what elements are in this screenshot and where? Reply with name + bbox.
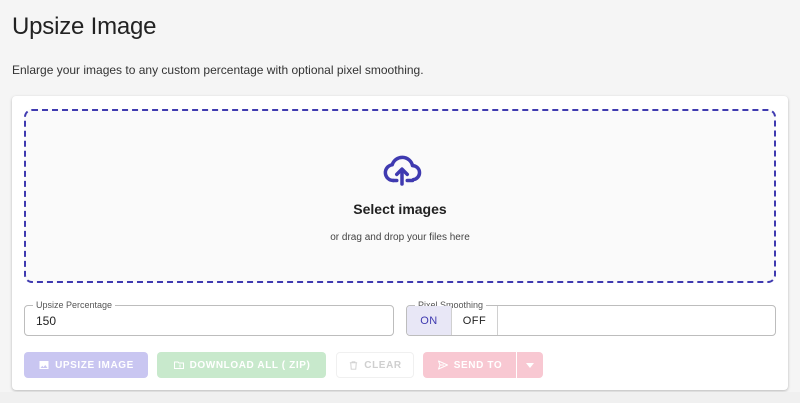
file-dropzone[interactable]: Select images or drag and drop your file… [24, 109, 776, 283]
smoothing-off-button[interactable]: OFF [452, 306, 497, 335]
page-title: Upsize Image [12, 13, 157, 40]
trash-icon [348, 360, 359, 371]
folder-zip-icon [173, 359, 185, 371]
page-subtitle: Enlarge your images to any custom percen… [12, 63, 424, 77]
page-bottom-strip [0, 392, 800, 403]
pixel-smoothing-toggle: ON OFF [407, 306, 498, 335]
smoothing-on-button[interactable]: ON [407, 306, 452, 335]
dropzone-title: Select images [353, 201, 447, 217]
clear-button[interactable]: CLEAR [336, 352, 414, 378]
download-all-label: DOWNLOAD ALL ( ZIP) [189, 359, 311, 371]
upsize-percentage-field[interactable]: Upsize Percentage [24, 299, 394, 336]
upsize-percentage-input[interactable] [36, 314, 376, 328]
cloud-upload-icon [383, 155, 422, 186]
dropzone-subtitle: or drag and drop your files here [330, 232, 470, 243]
send-icon [437, 359, 449, 371]
pixel-smoothing-field: Pixel Smoothing ON OFF [406, 299, 776, 336]
caret-down-icon [526, 362, 534, 368]
download-all-button[interactable]: DOWNLOAD ALL ( ZIP) [157, 352, 326, 378]
send-to-dropdown-button[interactable] [517, 352, 543, 378]
upsize-card: Select images or drag and drop your file… [12, 96, 788, 390]
image-icon [38, 359, 50, 371]
upsize-percentage-label: Upsize Percentage [33, 299, 116, 311]
send-to-label: SEND TO [453, 359, 503, 371]
clear-label: CLEAR [364, 359, 402, 371]
upsize-image-button[interactable]: UPSIZE IMAGE [24, 352, 148, 378]
send-to-button[interactable]: SEND TO [423, 352, 516, 378]
upsize-image-label: UPSIZE IMAGE [55, 359, 134, 371]
